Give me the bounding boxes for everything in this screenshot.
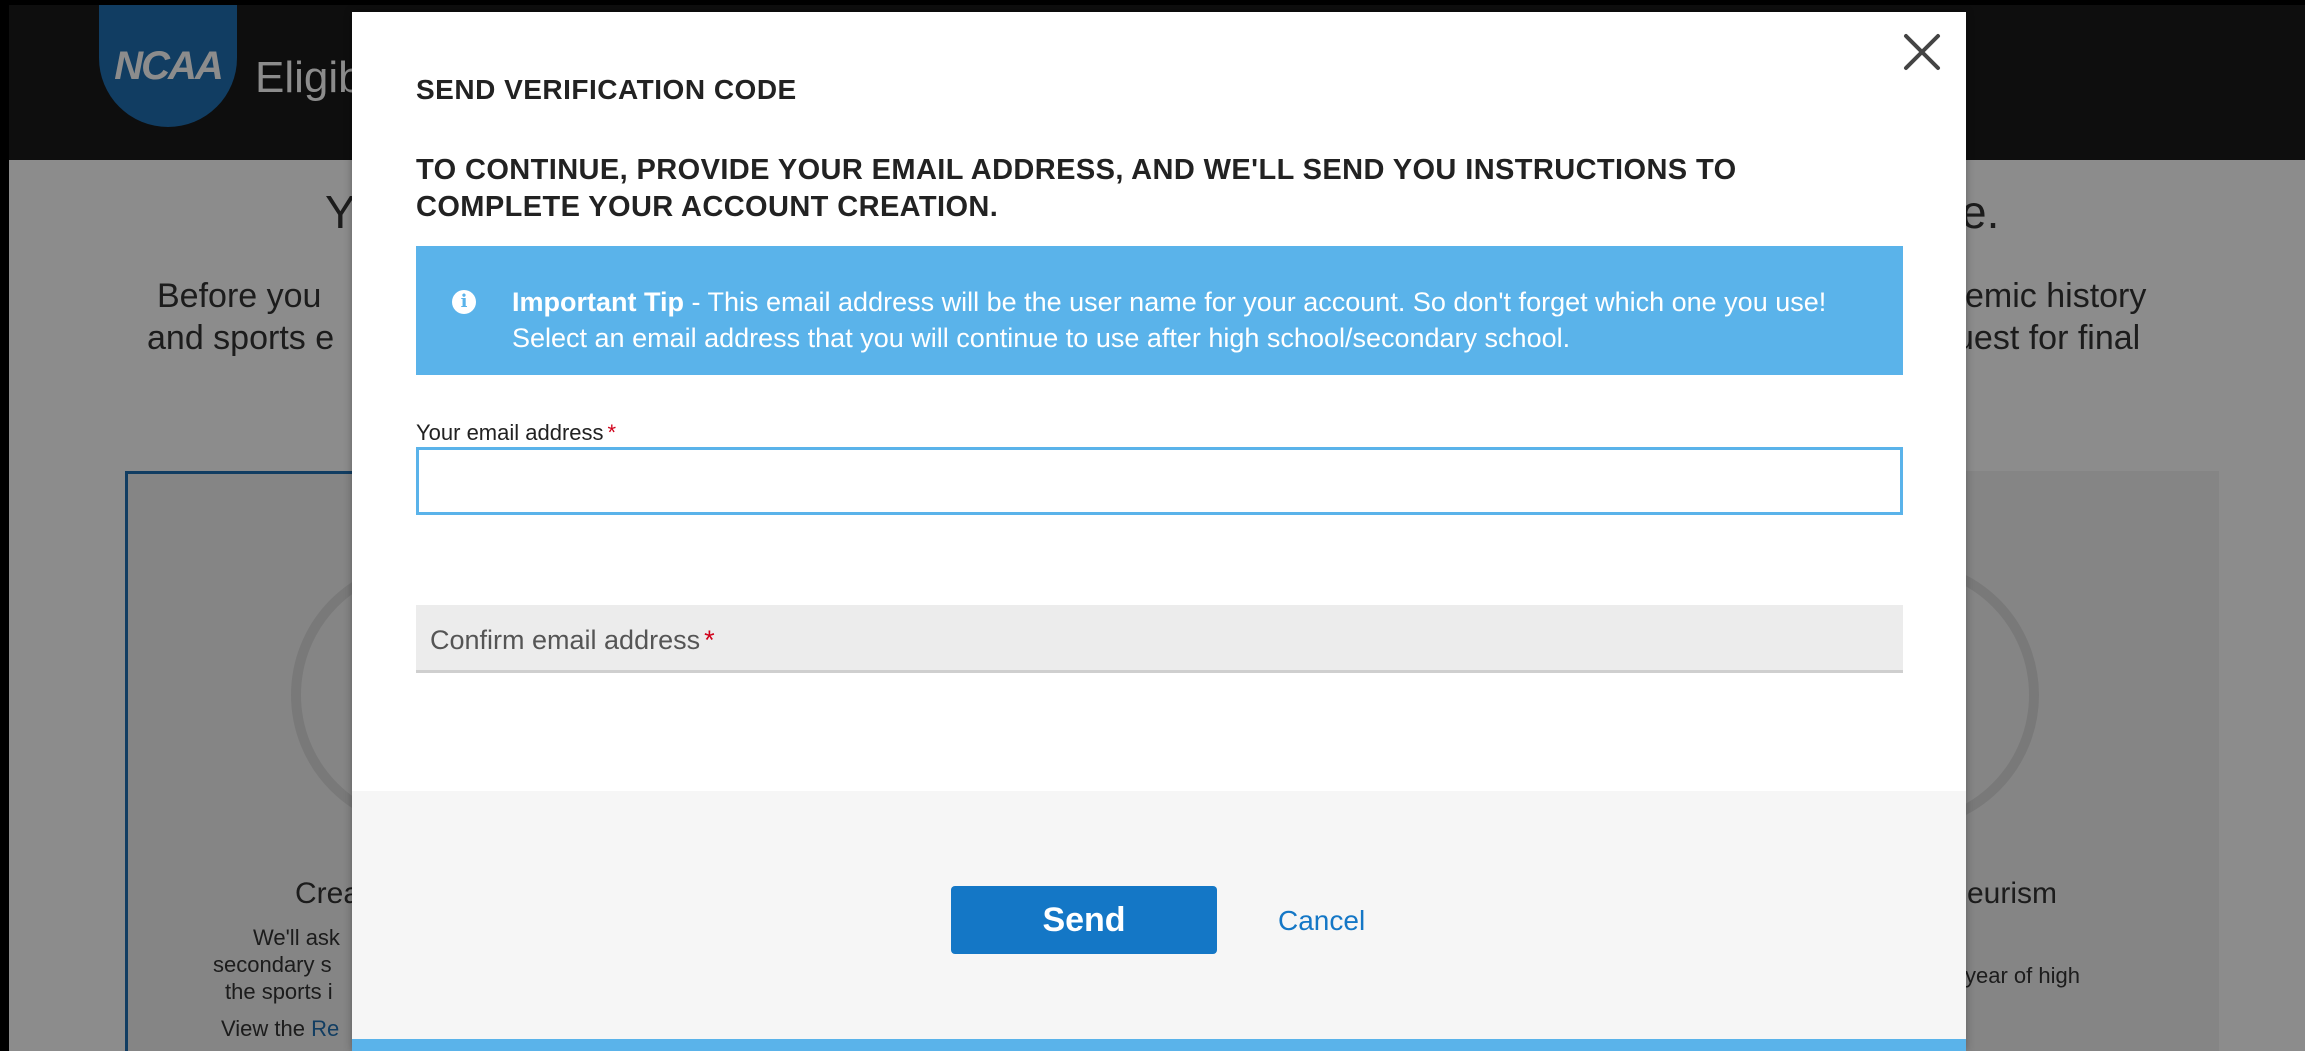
tip-text: - This email address will be the user na… [512,287,1827,353]
close-icon[interactable] [1900,30,1944,74]
modal-bottom-bar [352,1039,1966,1051]
modal-title: SEND VERIFICATION CODE [416,74,797,105]
email-input[interactable] [416,447,1903,515]
tip-heading: Important Tip [512,287,684,317]
confirm-email-input[interactable] [416,605,1903,670]
modal-footer: Send Cancel [352,791,1966,1051]
left-edge [0,0,9,1051]
modal-subtitle: TO CONTINUE, PROVIDE YOUR EMAIL ADDRESS,… [416,154,1737,223]
cancel-link[interactable]: Cancel [1278,905,1365,937]
info-icon: i [452,290,476,314]
email-label: Your email address * [416,420,617,445]
important-tip-banner: i Important Tip - This email address wil… [416,246,1903,375]
confirm-email-field[interactable]: Confirm email address * [416,605,1903,673]
required-marker: * [607,420,617,445]
top-edge [0,0,2305,5]
send-button[interactable]: Send [951,886,1217,954]
send-verification-modal: SEND VERIFICATION CODE TO CONTINUE, PROV… [352,12,1966,1051]
